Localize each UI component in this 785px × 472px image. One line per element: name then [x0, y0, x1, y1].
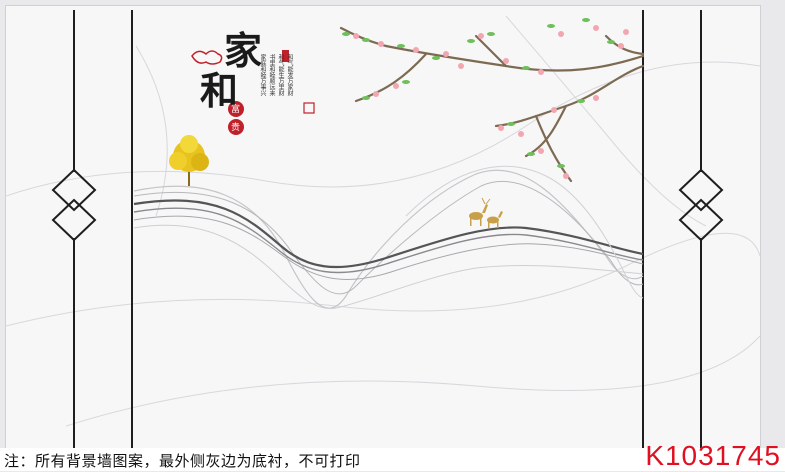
- wallpaper-artwork: [6, 10, 760, 448]
- footer-bar: 注：所有背景墙图案，最外侧灰边为底衬，不可打印 K1031745: [0, 440, 785, 471]
- right-frame-lines: [642, 10, 724, 448]
- seal-char-1: 富: [231, 105, 241, 115]
- print-note: 注：所有背景墙图案，最外侧灰边为底衬，不可打印: [4, 452, 361, 470]
- poem-text: 和气能发万家财 和气能生万里财 书里和睦顺远来 家庭和睦万事兴: [258, 54, 294, 134]
- marble-veins: [6, 15, 760, 427]
- left-frame-lines: [51, 10, 133, 448]
- silk-ribbons: [133, 165, 644, 310]
- poem-line: 和气能生万里财: [277, 54, 284, 96]
- poem-line: 书里和睦顺远来: [268, 54, 275, 96]
- poem-line: 和气能发万家财: [286, 54, 293, 96]
- product-code: K1031745: [645, 440, 781, 471]
- seal-char-2: 贵: [231, 123, 241, 133]
- wallpaper-design: 家 和 富 贵 和气能发万家财 和气能生万里财 书里和睦顺远来 家庭和睦万事兴: [6, 6, 760, 448]
- golden-deer: [469, 197, 503, 228]
- poem-line: 家庭和睦万事兴: [259, 54, 266, 96]
- blossom-branch: [339, 18, 645, 183]
- golden-tree: [169, 135, 209, 186]
